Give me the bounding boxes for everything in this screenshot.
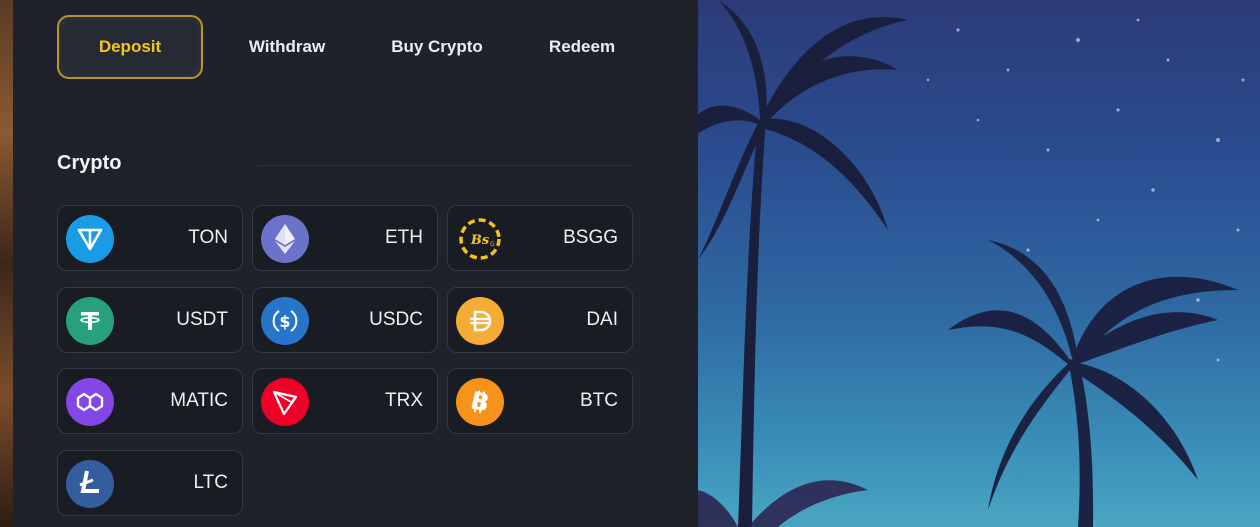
- coin-card-dai[interactable]: DAI: [447, 287, 633, 353]
- background-image-palm-trees: [698, 0, 1260, 527]
- coin-ticker: MATIC: [170, 390, 228, 411]
- coin-ticker: LTC: [193, 472, 228, 493]
- usdc-icon: $: [261, 297, 309, 345]
- coin-card-ltc[interactable]: LTC: [57, 450, 243, 516]
- coin-ticker: TON: [188, 227, 228, 248]
- tab-deposit[interactable]: Deposit: [57, 15, 203, 79]
- eth-icon: [261, 215, 309, 263]
- coin-ticker: DAI: [586, 309, 618, 330]
- ton-icon: [66, 215, 114, 263]
- coin-ticker: USDT: [176, 309, 228, 330]
- coin-ticker: TRX: [385, 390, 423, 411]
- coin-card-trx[interactable]: TRX: [252, 368, 438, 434]
- coin-card-ton[interactable]: TON: [57, 205, 243, 271]
- tab-buy-crypto[interactable]: Buy Crypto: [367, 15, 507, 79]
- svg-text:$: $: [279, 312, 290, 331]
- trx-icon: [261, 378, 309, 426]
- coin-card-usdt[interactable]: USDT: [57, 287, 243, 353]
- coin-card-usdc[interactable]: $ USDC: [252, 287, 438, 353]
- usdt-icon: [66, 297, 114, 345]
- coin-ticker: ETH: [385, 227, 423, 248]
- tab-bar: Deposit Withdraw Buy Crypto Redeem: [57, 15, 657, 79]
- svg-text:G: G: [490, 241, 495, 248]
- coin-ticker: BSGG: [563, 227, 618, 248]
- coin-card-bsgg[interactable]: Bs G BSGG: [447, 205, 633, 271]
- coin-ticker: USDC: [369, 309, 423, 330]
- deposit-panel: Deposit Withdraw Buy Crypto Redeem Crypt…: [13, 0, 698, 527]
- dai-icon: [456, 297, 504, 345]
- bsgg-icon: Bs G: [456, 215, 504, 263]
- coin-card-matic[interactable]: MATIC: [57, 368, 243, 434]
- coin-card-eth[interactable]: ETH: [252, 205, 438, 271]
- svg-text:Bs: Bs: [470, 233, 490, 248]
- btc-icon: B: [456, 378, 504, 426]
- coin-card-btc[interactable]: B BTC: [447, 368, 633, 434]
- ltc-icon: [66, 460, 114, 508]
- tab-withdraw[interactable]: Withdraw: [217, 15, 357, 79]
- divider: [258, 165, 633, 166]
- tab-redeem[interactable]: Redeem: [517, 15, 647, 79]
- section-title: Crypto: [57, 152, 122, 174]
- coin-ticker: BTC: [580, 390, 618, 411]
- background-image-left: [0, 0, 13, 527]
- matic-icon: [66, 378, 114, 426]
